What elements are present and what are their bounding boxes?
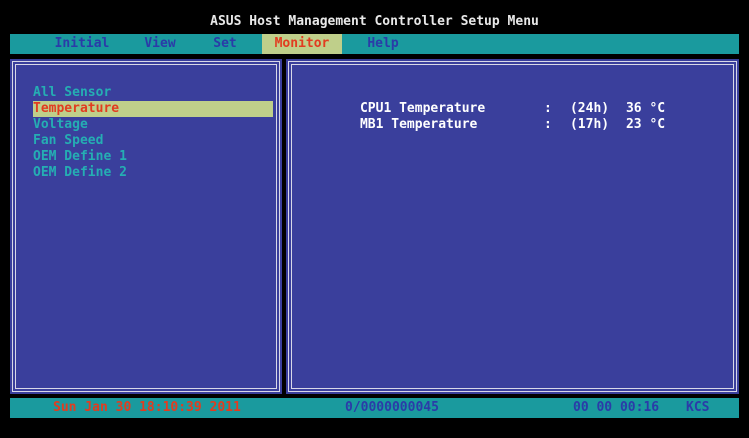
window-title: ASUS Host Management Controller Setup Me… [210, 14, 539, 29]
status-datetime: Sun Jan 30 18:10:39 2011 [53, 400, 241, 415]
menu-monitor[interactable]: Monitor [262, 34, 342, 54]
status-uptime: 00 00 00:16 [573, 400, 660, 415]
reading-row-cpu1-temperature: CPU1 Temperature: (24h) 36 °C [313, 85, 665, 116]
readings-list: CPU1 Temperature: (24h) 36 °C MB1 Temperat… [313, 85, 665, 132]
reading-age: (17h) [569, 117, 610, 132]
status-interface: KCS [686, 400, 710, 415]
reading-name: MB1 Temperature [359, 117, 478, 132]
reading-separator: : [543, 117, 552, 132]
sensor-menu-panel: All Sensor Temperature Voltage Fan Speed… [10, 59, 282, 394]
reading-age: (24h) [569, 101, 610, 116]
status-counter: 0/0000000045 [345, 400, 439, 415]
sensor-item-oem-define-1[interactable]: OEM Define 1 [33, 149, 273, 165]
sensor-item-temperature[interactable]: Temperature [33, 101, 273, 117]
status-bar: Sun Jan 30 18:10:39 2011 0/0000000045 00… [10, 398, 739, 418]
menu-initial[interactable]: Initial [47, 34, 117, 54]
sensor-item-all-sensor[interactable]: All Sensor [33, 85, 273, 101]
reading-value: 36 °C [625, 101, 666, 116]
menu-bar: Initial View Set Monitor Help [10, 34, 739, 54]
reading-name: CPU1 Temperature [359, 101, 486, 116]
menu-help[interactable]: Help [360, 34, 406, 54]
reading-separator: : [543, 101, 552, 116]
sensor-item-voltage[interactable]: Voltage [33, 117, 273, 133]
sensor-item-fan-speed[interactable]: Fan Speed [33, 133, 273, 149]
menu-view[interactable]: View [138, 34, 182, 54]
reading-value: 23 °C [625, 117, 666, 132]
sensor-category-list: All Sensor Temperature Voltage Fan Speed… [33, 85, 273, 181]
sensor-readings-panel: CPU1 Temperature: (24h) 36 °C MB1 Temperat… [286, 59, 739, 394]
sensor-item-oem-define-2[interactable]: OEM Define 2 [33, 165, 273, 181]
menu-set[interactable]: Set [207, 34, 243, 54]
